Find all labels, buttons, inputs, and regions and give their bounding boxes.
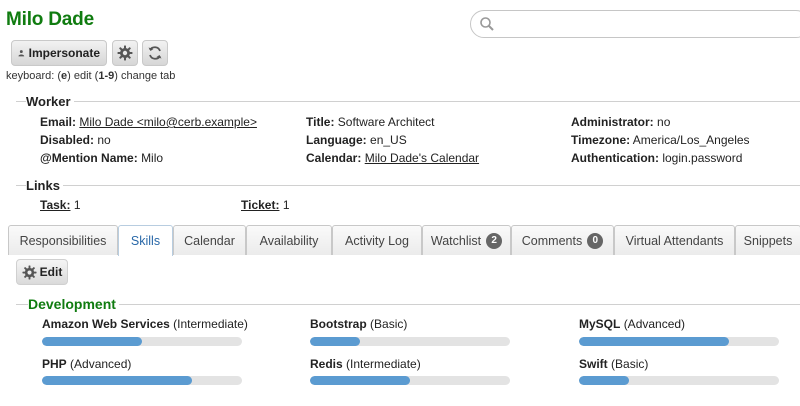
refresh-icon — [148, 46, 162, 60]
gear-icon — [22, 264, 37, 280]
language-field: Language: en_US — [306, 133, 407, 147]
tab-watchlist[interactable]: Watchlist 2 — [422, 225, 511, 255]
settings-button[interactable] — [112, 40, 138, 66]
links-section-title: Links — [26, 178, 63, 193]
timezone-field: Timezone: America/Los_Angeles — [571, 133, 750, 147]
edit-skills-button[interactable]: Edit — [16, 259, 68, 285]
tab-bar: Responsibilities Skills Calendar Availab… — [8, 225, 800, 256]
gear-icon — [117, 45, 133, 61]
skill-label: PHP (Advanced) — [42, 357, 132, 371]
tab-calendar[interactable]: Calendar — [173, 225, 246, 255]
calendar-field: Calendar: Milo Dade's Calendar — [306, 151, 480, 165]
skill-level-bar — [42, 337, 242, 346]
skill-level-bar — [579, 337, 779, 346]
ticket-link-field: Ticket: 1 — [241, 198, 290, 212]
search-icon — [480, 17, 494, 31]
skill-label: Swift (Basic) — [579, 357, 649, 371]
skill-level-fill — [579, 337, 729, 346]
comments-count-badge: 0 — [587, 232, 604, 249]
skill-level-fill — [310, 376, 410, 385]
skill-level-bar — [310, 337, 510, 346]
tab-skills[interactable]: Skills — [118, 225, 173, 256]
skill-group-title: Development — [28, 296, 119, 312]
calendar-link[interactable]: Milo Dade's Calendar — [365, 151, 479, 165]
tab-virtual-attendants[interactable]: Virtual Attendants — [614, 225, 735, 255]
tab-activity-log[interactable]: Activity Log — [332, 225, 422, 255]
administrator-field: Administrator: no — [571, 115, 671, 129]
worker-section-title: Worker — [26, 94, 74, 109]
title-field: Title: Software Architect — [306, 115, 435, 129]
skill-level-fill — [310, 337, 360, 346]
ticket-link[interactable]: Ticket: — [241, 198, 279, 212]
user-icon — [18, 50, 25, 57]
task-link[interactable]: Task: — [40, 198, 70, 212]
tab-availability[interactable]: Availability — [246, 225, 332, 255]
worker-section-divider — [16, 101, 800, 102]
skill-level-fill — [42, 376, 192, 385]
task-link-field: Task: 1 — [40, 198, 81, 212]
email-field: Email: Milo Dade <milo@cerb.example> — [40, 115, 257, 129]
mention-field: @Mention Name: Milo — [40, 151, 164, 165]
development-section-divider — [16, 304, 800, 305]
links-section-divider — [16, 185, 800, 186]
skill-label: Redis (Intermediate) — [310, 357, 421, 371]
page-title: Milo Dade — [6, 9, 94, 30]
skill-label: MySQL (Advanced) — [579, 317, 686, 331]
skill-level-bar — [310, 376, 510, 385]
skill-label: Bootstrap (Basic) — [310, 317, 408, 331]
skill-label: Amazon Web Services (Intermediate) — [42, 317, 248, 331]
search-input[interactable] — [470, 10, 800, 38]
watchlist-count-badge: 2 — [486, 232, 503, 249]
disabled-field: Disabled: no — [40, 133, 111, 147]
skill-level-fill — [42, 337, 142, 346]
email-link[interactable]: Milo Dade <milo@cerb.example> — [79, 115, 257, 129]
skill-level-fill — [579, 376, 629, 385]
impersonate-button[interactable]: Impersonate — [11, 40, 107, 66]
tab-comments[interactable]: Comments 0 — [511, 225, 614, 255]
tab-snippets[interactable]: Snippets — [735, 225, 800, 255]
tab-responsibilities[interactable]: Responsibilities — [8, 225, 118, 255]
keyboard-hint: keyboard: (e) edit (1-9) change tab — [6, 70, 176, 82]
edit-label: Edit — [39, 265, 63, 279]
refresh-button[interactable] — [142, 40, 168, 66]
impersonate-label: Impersonate — [28, 46, 100, 60]
skill-level-bar — [42, 376, 242, 385]
authentication-field: Authentication: login.password — [571, 151, 743, 165]
skill-level-bar — [579, 376, 779, 385]
